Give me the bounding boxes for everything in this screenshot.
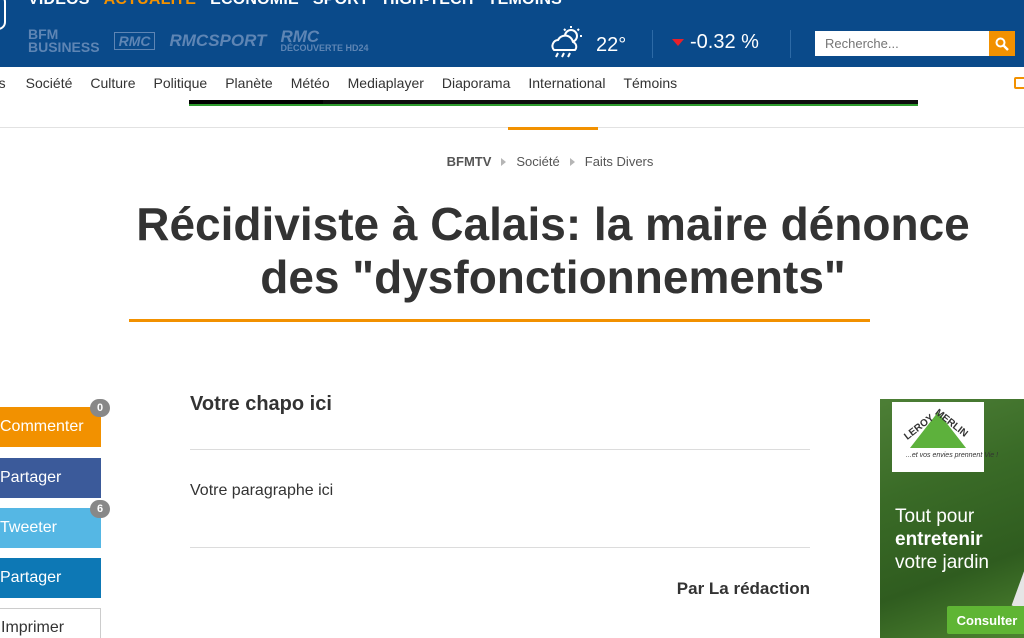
- subnav-item-faits-divers[interactable]: rs: [0, 75, 6, 91]
- subnav-item-culture[interactable]: Culture: [90, 75, 135, 91]
- nav-high-tech[interactable]: HIGH-TECH: [383, 0, 474, 9]
- hose-graphic: [1011, 567, 1024, 611]
- title-underline: [129, 319, 870, 322]
- banner-ad-strip[interactable]: [189, 100, 918, 106]
- nav-sport[interactable]: SPORT: [313, 0, 369, 9]
- nav-actualite[interactable]: ACTUALITÉ: [104, 0, 196, 9]
- subnav-item-meteo[interactable]: Météo: [291, 75, 330, 91]
- market-value: -0.32 %: [690, 31, 759, 53]
- subnav-item-planete[interactable]: Planète: [225, 75, 272, 91]
- subnav-item-politique[interactable]: Politique: [154, 75, 208, 91]
- chevron-right-icon: [501, 157, 507, 166]
- ad-line-2: entretenir: [895, 529, 983, 550]
- subnav-item-international[interactable]: International: [528, 75, 605, 91]
- divider-accent: [508, 127, 598, 130]
- subnav-item-mediaplayer[interactable]: Mediaplayer: [348, 75, 424, 91]
- divider: [190, 547, 810, 548]
- divider: [190, 449, 810, 450]
- main-nav: VIDÉOS ACTUALITÉ ÉCONOMIE SPORT HIGH-TEC…: [28, 0, 562, 9]
- article-author[interactable]: Par La rédaction: [677, 579, 810, 599]
- ad-line-1: Tout pour: [895, 506, 975, 527]
- nav-videos[interactable]: VIDÉOS: [28, 0, 90, 9]
- subnav-item-temoins[interactable]: Témoins: [623, 75, 677, 91]
- tweet-button[interactable]: Tweeter: [0, 508, 101, 548]
- breadcrumb-societe[interactable]: Société: [516, 154, 559, 169]
- comment-button[interactable]: Commenter: [0, 407, 101, 447]
- brand-rmc[interactable]: RMC: [113, 32, 156, 50]
- brand-links: BFM BUSINESS RMC RMCSPORT RMC DÉCOUVERTE H…: [28, 27, 368, 54]
- brand-rmc-sport[interactable]: RMCSPORT: [169, 32, 266, 49]
- subnav-item-societe[interactable]: Société: [26, 75, 73, 91]
- breadcrumb: BFMTV Société Faits Divers: [0, 154, 1024, 169]
- search-input[interactable]: [815, 31, 989, 56]
- ad-line-3: votre jardin: [895, 552, 989, 573]
- menu-corner[interactable]: [0, 0, 6, 30]
- cloud-rain-sun-icon: [548, 26, 586, 65]
- nav-temoins[interactable]: TÉMOINS: [488, 0, 562, 9]
- sub-nav: rs Société Culture Politique Planète Mét…: [0, 67, 1024, 100]
- breadcrumb-home[interactable]: BFMTV: [447, 154, 492, 169]
- linkedin-share-button[interactable]: Partager: [0, 558, 101, 598]
- more-icon[interactable]: [1014, 77, 1024, 89]
- search-icon: [995, 37, 1009, 51]
- print-button[interactable]: Imprimer: [0, 608, 101, 638]
- leroy-merlin-logo: LEROY MERLIN ...et vos envies prennent V…: [892, 402, 998, 472]
- divider: [790, 30, 791, 58]
- comment-count-badge: 0: [90, 399, 110, 417]
- brand-rmc-decouverte[interactable]: RMC DÉCOUVERTE HD24: [280, 28, 368, 53]
- nav-economie[interactable]: ÉCONOMIE: [210, 0, 299, 9]
- divider: [652, 30, 653, 58]
- article-paragraph: Votre paragraphe ici: [190, 482, 334, 499]
- top-header: VIDÉOS ACTUALITÉ ÉCONOMIE SPORT HIGH-TEC…: [0, 0, 1024, 67]
- ad-cta-button[interactable]: Consulter: [947, 606, 1024, 634]
- article-chapo: Votre chapo ici: [190, 393, 332, 415]
- print-label: Imprimer: [1, 619, 65, 636]
- temperature: 22°: [596, 34, 627, 56]
- facebook-share-button[interactable]: Partager: [0, 458, 101, 498]
- subnav-item-diaporama[interactable]: Diaporama: [442, 75, 510, 91]
- chevron-right-icon: [569, 157, 575, 166]
- facebook-share-label: Partager: [0, 469, 62, 486]
- article-title: Récidiviste à Calais: la maire dénonce d…: [136, 198, 970, 303]
- linkedin-share-label: Partager: [0, 569, 62, 586]
- search-button[interactable]: [989, 31, 1015, 56]
- sidebar-ad[interactable]: LEROY MERLIN ...et vos envies prennent V…: [880, 399, 1024, 638]
- breadcrumb-faits-divers[interactable]: Faits Divers: [585, 154, 654, 169]
- tweet-count-badge: 6: [90, 500, 110, 518]
- tweet-label: Tweeter: [0, 519, 57, 536]
- weather-widget[interactable]: 22°: [548, 26, 626, 65]
- comment-label: Commenter: [0, 418, 84, 435]
- market-widget[interactable]: -0.32 %: [672, 31, 759, 54]
- brand-bfm-business[interactable]: BFM BUSINESS: [28, 27, 100, 54]
- arrow-down-icon: [672, 39, 684, 46]
